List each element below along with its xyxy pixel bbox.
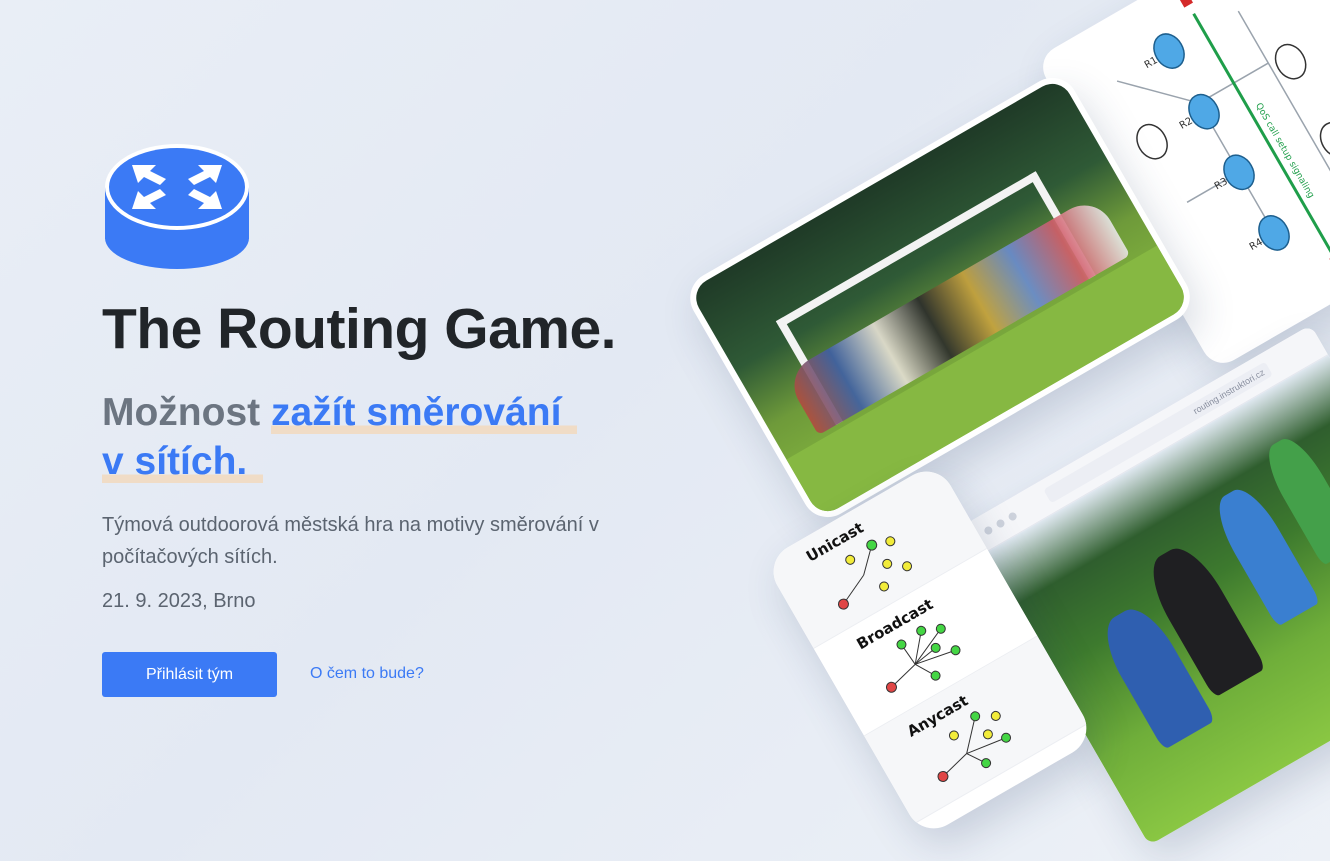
anycast-diagram	[937, 710, 1012, 782]
window-dot-icon	[1007, 511, 1019, 522]
about-link[interactable]: O čem to bude?	[310, 665, 424, 683]
event-date: 21. 9. 2023, Brno	[102, 590, 256, 612]
subtitle-highlight-1: zažít směrování	[270, 391, 578, 434]
window-dot-icon	[995, 518, 1006, 529]
hero-description: Týmová outdoorová městská hra na motivy …	[102, 514, 599, 568]
subtitle-plain: Možnost	[102, 391, 271, 434]
register-team-button[interactable]: Přihlásit tým	[102, 652, 277, 697]
subtitle-highlight-2: v sítích.	[102, 440, 264, 483]
page-title: The Routing Game.	[102, 297, 617, 361]
signaling-label: QoS call setup signaling	[1253, 102, 1316, 201]
router-logo-icon	[105, 144, 249, 269]
window-dot-icon	[982, 525, 994, 536]
hero-subtitle: Možnost zažít směrování v sítích.	[102, 388, 662, 486]
